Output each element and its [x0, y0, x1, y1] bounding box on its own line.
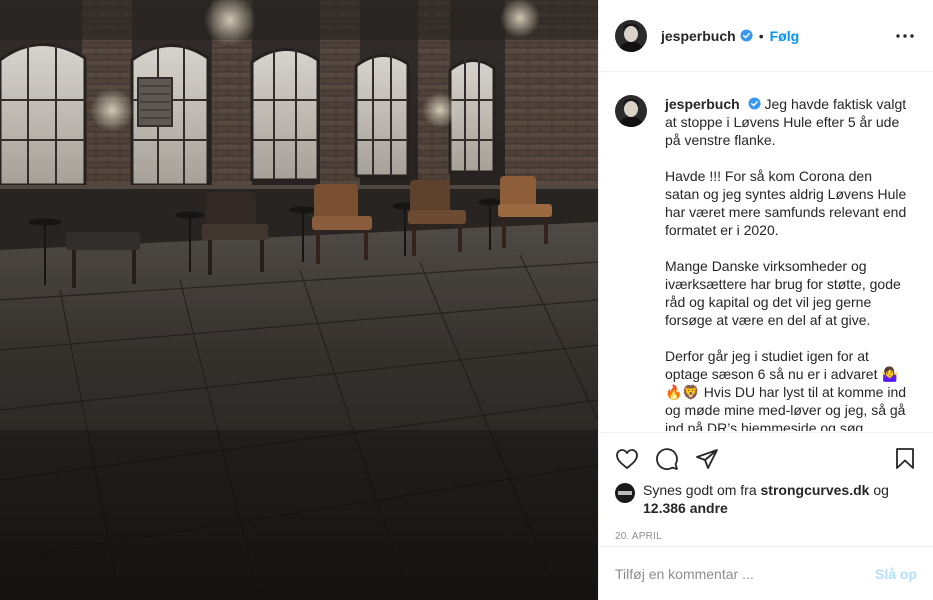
liker-username[interactable]: strongcurves.dk [761, 482, 870, 498]
caption-paragraph: Mange Danske virksomheder og iværksætter… [665, 258, 901, 328]
comment-input[interactable] [615, 565, 875, 582]
bookmark-icon[interactable] [893, 447, 917, 471]
caption-paragraph: Derfor går jeg i studiet igen for at opt… [665, 348, 907, 431]
likes-count[interactable]: 12.386 andre [643, 500, 728, 516]
caption-paragraph: Havde !!! For så kom Corona den satan og… [665, 168, 907, 238]
share-icon[interactable] [695, 447, 719, 471]
likes-prefix: Synes godt om fra [643, 482, 757, 498]
post-comment-button[interactable]: Slå op [875, 566, 917, 582]
post-header: jesperbuch • Følg [599, 0, 933, 72]
likes-joiner: og [873, 482, 889, 498]
action-icons [615, 433, 917, 485]
comment-icon[interactable] [655, 447, 679, 471]
likes-summary: Synes godt om fra strongcurves.dk og 12.… [615, 481, 917, 517]
caption-scroll-area[interactable]: jesperbuch Jeg havde faktisk valgt at st… [599, 73, 933, 431]
verified-badge-icon [748, 97, 761, 110]
caption-avatar[interactable] [615, 95, 647, 127]
more-options-icon[interactable] [893, 24, 917, 48]
likes-text: Synes godt om fra strongcurves.dk og 12.… [643, 481, 917, 517]
liker-avatar[interactable] [615, 483, 635, 503]
avatar[interactable] [615, 19, 647, 52]
follow-button[interactable]: Følg [770, 28, 800, 44]
post-image[interactable] [0, 0, 598, 600]
post-side-panel: jesperbuch • Følg jesperbuch Jeg havde f… [598, 0, 933, 600]
post-date[interactable]: 20. APRIL [615, 531, 917, 542]
studio-photo [0, 0, 598, 600]
comment-box: Slå op [599, 546, 933, 600]
post-actions: Synes godt om fra strongcurves.dk og 12.… [599, 432, 933, 542]
heart-icon[interactable] [615, 447, 639, 471]
separator-dot: • [758, 27, 764, 44]
caption-comment: jesperbuch Jeg havde faktisk valgt at st… [615, 95, 917, 431]
username-link[interactable]: jesperbuch [661, 28, 736, 44]
caption-text: jesperbuch Jeg havde faktisk valgt at st… [665, 95, 909, 431]
caption-username[interactable]: jesperbuch [665, 96, 740, 112]
verified-badge-icon [740, 29, 753, 42]
